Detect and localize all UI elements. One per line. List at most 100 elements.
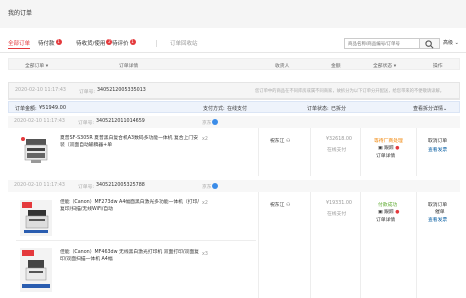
tab-label: 待收货/使用	[76, 41, 106, 47]
advanced-label: 高级	[443, 40, 454, 46]
tab-pending-review[interactable]: 待评价 1	[112, 39, 136, 47]
header-amount: 金额	[331, 64, 341, 69]
sub-order: 2020-02-10 11:17:43 订单号: 340521201101465…	[8, 116, 460, 176]
consignee-name[interactable]: 祝东江 ⚇	[270, 137, 290, 144]
view-split-details-link[interactable]: 查看拆分详情⌄	[413, 105, 447, 112]
product-quantity: x3	[202, 252, 208, 257]
status-badge: 等待厂商处理	[374, 139, 403, 144]
sub-order-header: 2020-02-10 11:17:43 订单号: 340521201101465…	[8, 116, 460, 128]
column-divider	[360, 192, 361, 298]
sub-order-pay-method: 在线支付	[327, 212, 347, 217]
count-badge: 1	[129, 39, 136, 45]
consignee-label: 祝东江	[270, 203, 285, 208]
order-no-label: 订单号:	[79, 90, 96, 95]
track-button[interactable]: ▣ 跟踪 ●	[378, 208, 399, 215]
sub-order-amount: ¥32618.00	[326, 137, 352, 142]
order-details-link[interactable]: 订单详情	[376, 152, 395, 159]
advanced-search-button[interactable]: 高级 ⌄	[443, 39, 459, 46]
sub-order-number: 3405212011014659	[96, 119, 145, 124]
product-title[interactable]: 佳能（Canon）MF273dw A4幅面黑白激光多功能一体机（打印/复印/扫描…	[60, 199, 200, 213]
order-header: 2020-02-10 11:17:43 订单号: 340521200533501…	[9, 83, 459, 99]
user-icon: ⚇	[285, 139, 291, 144]
copier-image-icon	[21, 137, 48, 163]
product-image[interactable]	[20, 248, 52, 292]
product-title[interactable]: 佳能（Canon）MF463dw 无线黑白激光打印机 双面打印/双面复印/双面扫…	[60, 249, 200, 263]
sub-order: 2020-02-10 11:17:43 订单号: 340521200532578…	[8, 180, 460, 298]
cancel-order-button[interactable]: 取消订单	[428, 201, 447, 208]
column-divider	[416, 128, 417, 176]
header-status[interactable]: 全部状态 ▾	[373, 62, 396, 69]
search-icon	[425, 40, 434, 49]
order-status: 已拆分	[331, 106, 347, 112]
order-amount: ¥51949.00	[39, 105, 67, 111]
order-summary: 订单金额: ¥51949.00 支付方式: 在线支付 订单状态: 已拆分 查看拆…	[8, 101, 460, 113]
search-input[interactable]	[344, 38, 420, 49]
header-label: 全部订单	[25, 64, 45, 69]
order-group: 2020-02-10 11:17:43 订单号: 340521200533501…	[8, 82, 460, 100]
dot-icon: ●	[395, 146, 400, 151]
amount-label: 订单金额:	[15, 106, 37, 112]
shop-name[interactable]: 京东	[202, 183, 212, 190]
order-number: 3405212005335013	[97, 88, 146, 93]
product-image[interactable]	[20, 200, 52, 236]
link-label: 查看拆分详情	[413, 106, 444, 112]
truck-icon: ▣	[378, 146, 383, 151]
order-details-link[interactable]: 订单详情	[376, 216, 395, 223]
status-badge: 付款成功	[378, 203, 398, 208]
column-divider	[258, 128, 259, 176]
sub-order-amount: ¥19331.00	[326, 201, 352, 206]
order-no-label: 订单号:	[78, 185, 95, 190]
chevron-down-icon: ⌄	[454, 40, 459, 46]
tab-pending-payment[interactable]: 待付款 1	[38, 39, 62, 47]
product-image[interactable]	[20, 136, 52, 166]
header-all-orders[interactable]: 全部订单 ▾	[25, 62, 48, 69]
page-header: 我的订单	[0, 0, 466, 28]
column-divider	[416, 192, 417, 298]
dot-icon: ●	[395, 210, 400, 215]
track-button[interactable]: ▣ 跟踪 ●	[378, 144, 399, 151]
sub-order-time: 2020-02-10 11:17:43	[14, 183, 65, 188]
tab-label: 待评价	[112, 41, 129, 47]
recycle-bin-link[interactable]: 订单回收站	[170, 39, 198, 47]
cancel-order-button[interactable]: 取消订单	[428, 137, 447, 144]
urge-order-button[interactable]: 催单	[435, 208, 445, 215]
tab-label: 待付款	[38, 41, 55, 47]
pay-label: 支付方式:	[203, 106, 225, 112]
track-label: 跟踪	[384, 146, 394, 151]
track-label: 跟踪	[384, 210, 394, 215]
header-actions: 操作	[433, 64, 443, 69]
product-quantity: x2	[202, 137, 208, 142]
tab-pending-receipt[interactable]: 待收货/使用 2	[76, 39, 113, 47]
chevron-down-icon: ▾	[393, 64, 397, 69]
row-divider	[16, 240, 256, 241]
header-details: 订单详情	[119, 64, 139, 69]
column-divider	[310, 128, 311, 176]
printer-image-icon	[20, 248, 52, 292]
count-badge: 1	[55, 39, 62, 45]
column-divider	[258, 192, 259, 298]
chat-icon[interactable]	[212, 183, 218, 189]
sub-order-number: 3405212005325788	[96, 183, 145, 188]
sub-order-header: 2020-02-10 11:17:43 订单号: 340521200532578…	[8, 180, 460, 192]
tab-label: 全部订单	[8, 41, 31, 47]
chevron-down-icon: ▾	[45, 64, 49, 69]
pay-method: 在线支付	[227, 106, 248, 112]
order-no-label: 订单号:	[78, 121, 95, 126]
search-button[interactable]	[420, 38, 440, 49]
consignee-name[interactable]: 祝东江 ⚇	[270, 201, 290, 208]
shop-name[interactable]: 京东	[202, 119, 212, 126]
product-quantity: x2	[202, 201, 208, 206]
split-notice: 您订单中的商品在不同库房或属不同商家，故拆分为以下订单分开配送，给您带来的不便敬…	[255, 89, 445, 94]
view-invoice-link[interactable]: 查看发票	[428, 146, 447, 153]
status-label: 订单状态:	[307, 106, 329, 112]
chevron-down-icon: ⌄	[443, 106, 448, 112]
printer-image-icon	[20, 200, 52, 236]
tab-all-orders[interactable]: 全部订单	[8, 39, 31, 49]
table-header: 全部订单 ▾ 订单详情 收货人 金额 全部状态 ▾ 操作	[8, 58, 460, 70]
view-invoice-link[interactable]: 查看发票	[428, 216, 447, 223]
product-title[interactable]: 夏普SF-S305R 夏普黑白复合机A3数码多功能一体机 复合上门安装（双面自动…	[60, 135, 200, 149]
chat-icon[interactable]	[212, 119, 218, 125]
sub-order-time: 2020-02-10 11:17:43	[14, 119, 65, 124]
order-time: 2020-02-10 11:17:43	[15, 88, 66, 93]
consignee-label: 祝东江	[270, 139, 285, 144]
